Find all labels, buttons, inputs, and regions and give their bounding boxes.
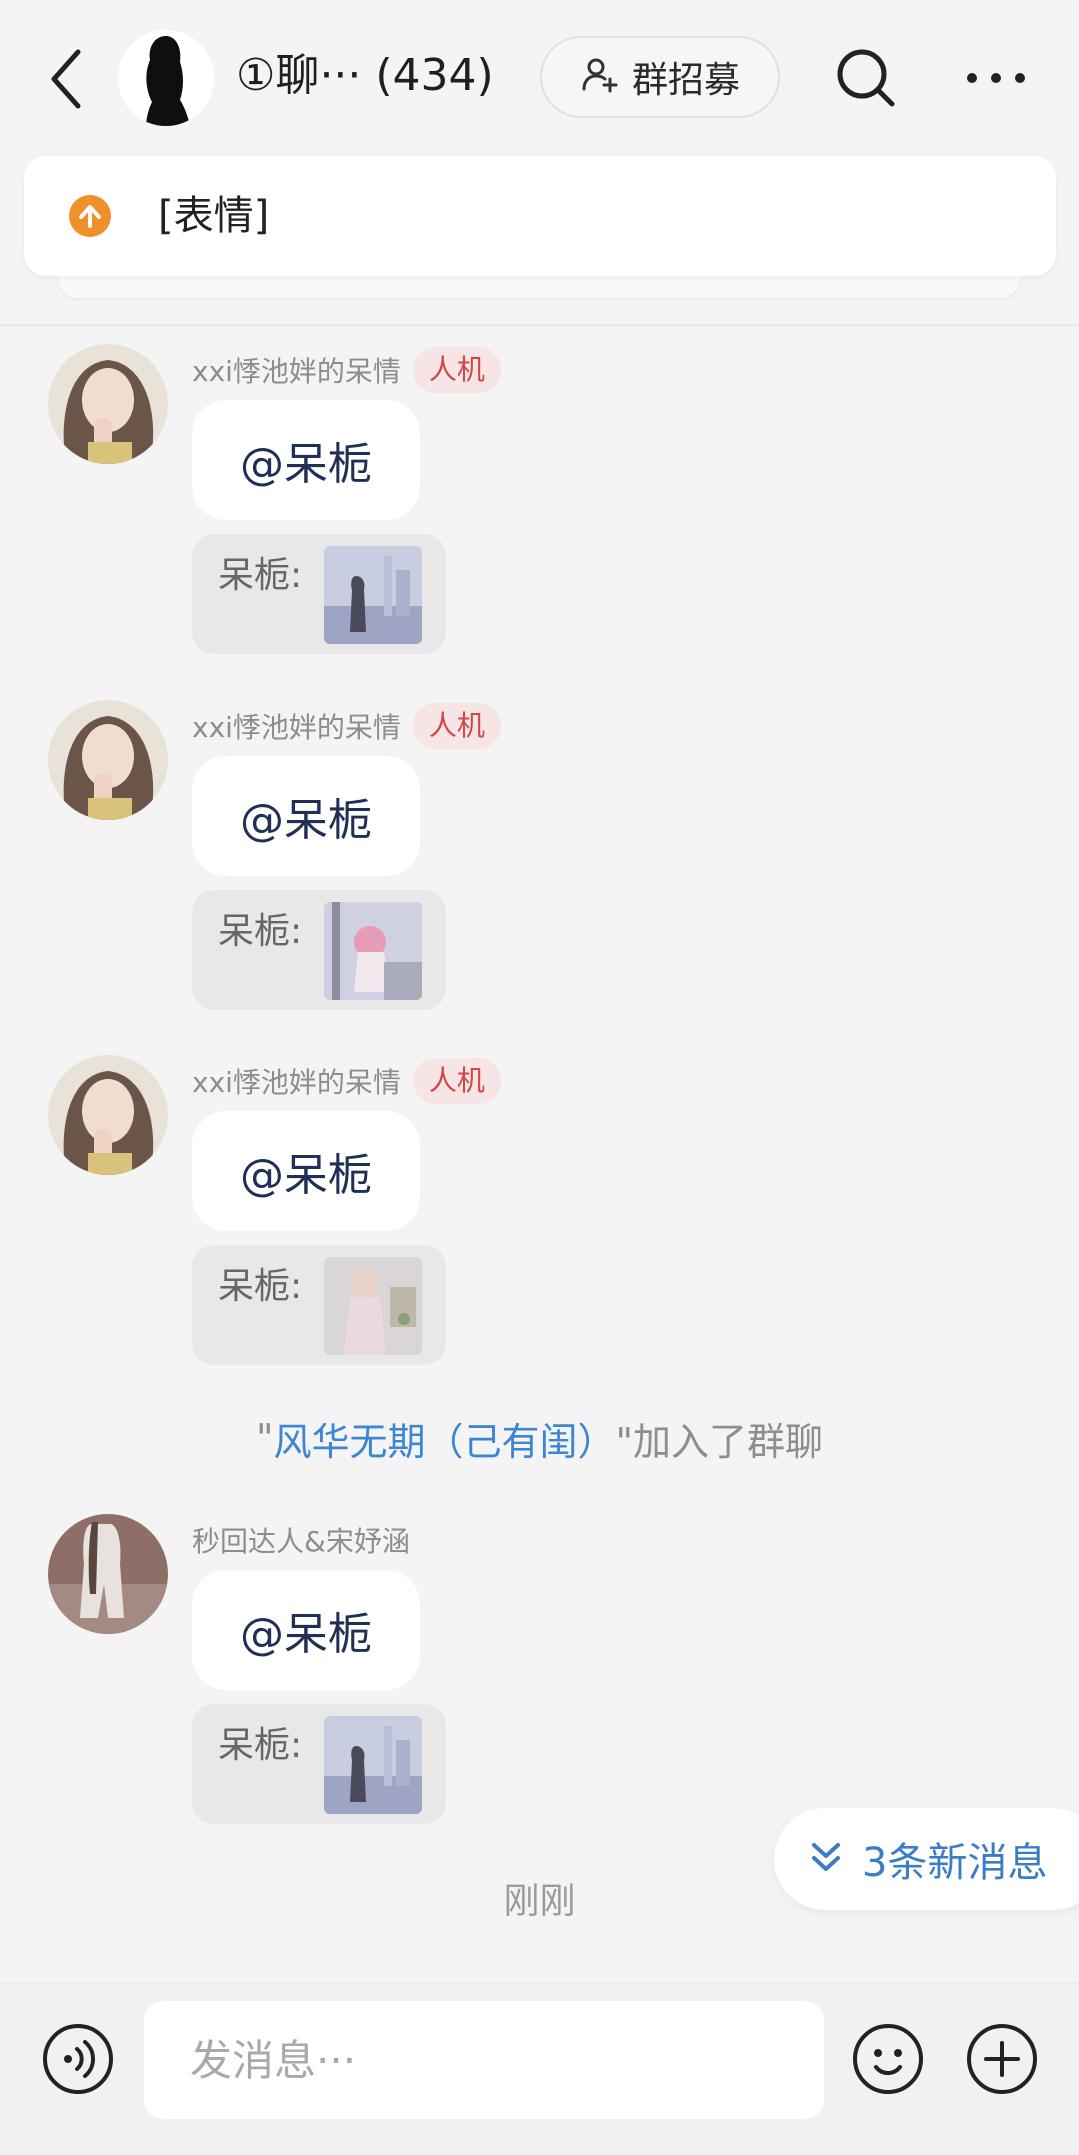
- quote-label: 呆栀:: [218, 1266, 303, 1307]
- quoted-message[interactable]: 呆栀:: [192, 890, 446, 1010]
- recruit-label: 群招募: [631, 60, 740, 101]
- group-title[interactable]: ①聊··· (434): [236, 44, 494, 108]
- sender-avatar[interactable]: [48, 1055, 168, 1175]
- divider: [0, 324, 1079, 326]
- pinned-notice-text: [表情]: [158, 193, 270, 239]
- quote-label: 呆栀:: [218, 911, 303, 952]
- input-bar: [0, 1982, 1079, 2155]
- message-bubble[interactable]: @呆栀: [192, 756, 420, 876]
- quoted-image-thumbnail[interactable]: [324, 1716, 422, 1814]
- system-join-notice: " 风华无期（己有闺） "加入了群聊: [0, 1408, 1079, 1468]
- message-input[interactable]: [144, 2001, 824, 2119]
- role-badge: 人机: [412, 703, 501, 749]
- message-bubble[interactable]: @呆栀: [192, 1111, 420, 1231]
- sender-name[interactable]: xxi悸池姅的呆情: [192, 1061, 401, 1101]
- sender-row: 秒回达人&宋妤涵: [192, 1514, 410, 1566]
- quote-label: 呆栀:: [218, 555, 303, 596]
- sender-avatar[interactable]: [48, 1514, 168, 1634]
- chat-header: ①聊··· (434) 群招募: [0, 0, 1079, 150]
- sender-row: xxi悸池姅的呆情 人机: [192, 700, 501, 752]
- message-bubble[interactable]: @呆栀: [192, 400, 420, 520]
- voice-input-icon[interactable]: [42, 2023, 114, 2095]
- system-prefix: ": [256, 1416, 274, 1460]
- pinned-notice[interactable]: [表情]: [24, 156, 1056, 276]
- emoji-icon[interactable]: [852, 2023, 924, 2095]
- sender-name[interactable]: xxi悸池姅的呆情: [192, 706, 401, 746]
- quote-label: 呆栀:: [218, 1725, 303, 1766]
- quoted-image-thumbnail[interactable]: [324, 546, 422, 644]
- quoted-message[interactable]: 呆栀:: [192, 534, 446, 654]
- sender-row: xxi悸池姅的呆情 人机: [192, 1055, 501, 1107]
- add-user-icon: [580, 55, 620, 99]
- quoted-image-thumbnail[interactable]: [324, 1257, 422, 1355]
- search-icon[interactable]: [832, 44, 900, 112]
- sender-name[interactable]: xxi悸池姅的呆情: [192, 350, 401, 390]
- role-badge: 人机: [412, 347, 501, 393]
- sender-row: xxi悸池姅的呆情 人机: [192, 344, 501, 396]
- upload-arrow-icon: [68, 194, 112, 238]
- sender-avatar[interactable]: [48, 344, 168, 464]
- plus-icon[interactable]: [966, 2023, 1038, 2095]
- back-arrow-icon[interactable]: [44, 44, 92, 114]
- quoted-message[interactable]: 呆栀:: [192, 1245, 446, 1365]
- group-avatar[interactable]: [118, 30, 214, 126]
- system-suffix: "加入了群聊: [615, 1419, 823, 1464]
- role-badge: 人机: [412, 1058, 501, 1104]
- message-timestamp: 刚刚: [503, 1881, 576, 1922]
- quoted-message[interactable]: 呆栀:: [192, 1704, 446, 1824]
- sender-avatar[interactable]: [48, 700, 168, 820]
- more-options-icon[interactable]: [960, 44, 1032, 112]
- message-bubble[interactable]: @呆栀: [192, 1570, 420, 1690]
- quoted-image-thumbnail[interactable]: [324, 902, 422, 1000]
- sender-name[interactable]: 秒回达人&宋妤涵: [192, 1520, 410, 1560]
- joined-member-name[interactable]: 风华无期（己有闺）: [273, 1411, 615, 1466]
- group-recruit-button[interactable]: 群招募: [540, 36, 780, 118]
